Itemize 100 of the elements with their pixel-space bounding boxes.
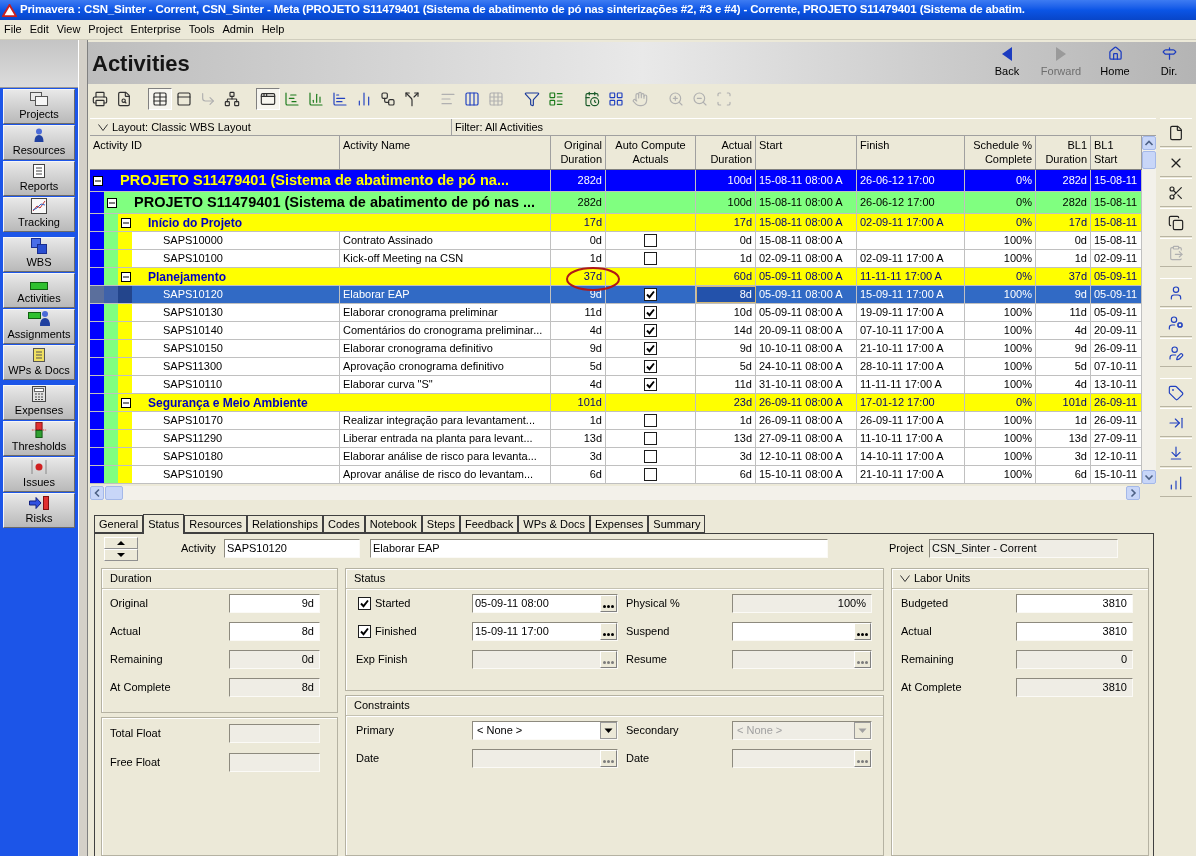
column-header[interactable]: Schedule % Complete	[965, 136, 1036, 169]
tab[interactable]: Summary	[648, 515, 706, 533]
date-field[interactable]: 05-09-11 08:00	[472, 594, 618, 613]
menu-item[interactable]: Admin	[218, 21, 258, 38]
percent-value: 0%	[1016, 173, 1032, 189]
filter-icon	[524, 91, 540, 107]
toolbar-button[interactable]	[148, 88, 172, 110]
module-button[interactable]: Risks	[3, 493, 75, 528]
collapse-icon[interactable]	[93, 175, 103, 186]
scrollbar-thumb[interactable]	[1142, 151, 1156, 169]
module-button[interactable]: Reports	[3, 161, 75, 196]
checkbox[interactable]	[644, 252, 657, 265]
checkbox[interactable]	[644, 414, 657, 427]
group-title: Labor Units	[914, 571, 971, 587]
caret-down-icon[interactable]	[600, 722, 617, 739]
checkbox[interactable]	[644, 306, 657, 319]
toolbar-button[interactable]	[256, 88, 280, 110]
checkbox[interactable]	[644, 468, 657, 481]
column-header[interactable]: Start	[756, 136, 857, 169]
units-field[interactable]: 3810	[1016, 622, 1133, 641]
menu-item[interactable]: Enterprise	[126, 21, 185, 38]
layout-selector[interactable]: Layout: Classic WBS Layout	[90, 119, 452, 135]
tab[interactable]: Steps	[421, 515, 460, 533]
tab[interactable]: Notebook	[364, 515, 422, 533]
wbs-name: PROJETO S11479401 (Sistema de abatimento de pó na...	[120, 170, 509, 190]
tab[interactable]: WPs & Docs	[518, 515, 591, 533]
activity-name-field[interactable]: Elaborar EAP	[370, 539, 828, 558]
menu-item[interactable]: Project	[84, 21, 127, 38]
line-chart-icon	[31, 198, 47, 214]
module-button[interactable]: WBS	[3, 237, 75, 272]
checkbox[interactable]	[644, 432, 657, 445]
checkbox[interactable]	[644, 360, 657, 373]
home-icon	[1107, 46, 1123, 62]
chevron-down-icon[interactable]	[98, 123, 108, 131]
activity-id-field[interactable]: SAPS10120	[224, 539, 360, 558]
menu-item[interactable]: View	[52, 21, 85, 38]
tab[interactable]: Feedback	[460, 515, 519, 533]
module-button[interactable]: Activities	[3, 273, 75, 308]
tab[interactable]: Resources	[184, 515, 247, 533]
activity-id: SAPS10170	[163, 413, 223, 429]
checkbox[interactable]	[644, 288, 657, 301]
date-field[interactable]: 15-09-11 17:00	[472, 622, 618, 641]
module-button[interactable]: Resources	[3, 125, 75, 160]
chevron-right-icon[interactable]	[1126, 486, 1140, 500]
nav-button[interactable]: Dir.	[1142, 42, 1196, 84]
chevron-down-icon[interactable]	[1142, 470, 1156, 484]
menu-item[interactable]: Tools	[184, 21, 219, 38]
nav-button[interactable]: Home	[1088, 42, 1142, 84]
scrollbar-thumb[interactable]	[105, 486, 123, 500]
module-button[interactable]: Issues	[3, 457, 75, 492]
column-header[interactable]: Auto Compute Actuals	[606, 136, 696, 169]
menu-item[interactable]: Edit	[25, 21, 53, 38]
horizontal-scrollbar[interactable]	[90, 486, 1140, 500]
tab[interactable]: Codes	[322, 515, 365, 533]
module-button[interactable]: Projects	[3, 89, 75, 124]
date-value: 05-09-11	[1094, 305, 1138, 321]
duration-field[interactable]: 8d	[229, 622, 320, 641]
checkbox[interactable]	[644, 450, 657, 463]
menu-item[interactable]: Help	[257, 21, 289, 38]
picker-button[interactable]	[600, 595, 617, 612]
wbs-row[interactable]: PROJETO S11479401 (Sistema de abatimento de pó na... 282d 100d 15-08-11 08:00 A 26-06-12 17:00 0% 282d 15-08-11	[90, 170, 1142, 192]
splitter-bar[interactable]	[78, 40, 88, 856]
column-header[interactable]: BL1 Duration	[1036, 136, 1091, 169]
vertical-scrollbar[interactable]	[1142, 136, 1156, 484]
field-label: Activity	[181, 541, 216, 557]
previous-button[interactable]	[104, 536, 138, 549]
units-field[interactable]: 3810	[1016, 594, 1133, 613]
nav-button[interactable]: Back	[980, 42, 1034, 84]
tab[interactable]: Status	[143, 514, 185, 534]
picker-button[interactable]	[854, 623, 871, 640]
date-field[interactable]	[732, 622, 872, 641]
column-header[interactable]: Actual Duration	[696, 136, 756, 169]
tab[interactable]: Expenses	[590, 515, 649, 533]
column-header[interactable]: Original Duration	[551, 136, 606, 169]
column-header[interactable]: Activity ID	[90, 136, 340, 169]
module-button[interactable]: WPs & Docs	[3, 345, 75, 380]
filter-label[interactable]: Filter: All Activities	[452, 119, 1156, 135]
column-header[interactable]: Activity Name	[340, 136, 551, 169]
checkbox[interactable]	[644, 324, 657, 337]
checkbox[interactable]	[644, 234, 657, 247]
checkbox[interactable]	[644, 378, 657, 391]
module-button[interactable]: Thresholds	[3, 421, 75, 456]
module-button[interactable]: Assignments	[3, 309, 75, 344]
chevron-left-icon[interactable]	[90, 486, 104, 500]
focused-cell[interactable]: 8d	[696, 286, 756, 303]
dropdown-field[interactable]: < None >	[472, 721, 618, 740]
chevron-down-icon[interactable]	[900, 575, 910, 582]
module-button[interactable]: Expenses	[3, 385, 75, 420]
module-button[interactable]: Tracking	[3, 197, 75, 232]
menu-item[interactable]: File	[0, 21, 26, 38]
grid-icon	[488, 91, 504, 107]
tab[interactable]: Relationships	[246, 515, 323, 533]
tab[interactable]: General	[94, 515, 144, 533]
checkbox[interactable]	[358, 597, 371, 610]
picker-button[interactable]	[600, 623, 617, 640]
checkbox[interactable]	[358, 625, 371, 638]
chevron-up-icon[interactable]	[1142, 136, 1156, 150]
duration-field[interactable]: 9d	[229, 594, 320, 613]
column-header[interactable]: Finish	[857, 136, 965, 169]
checkbox[interactable]	[644, 342, 657, 355]
